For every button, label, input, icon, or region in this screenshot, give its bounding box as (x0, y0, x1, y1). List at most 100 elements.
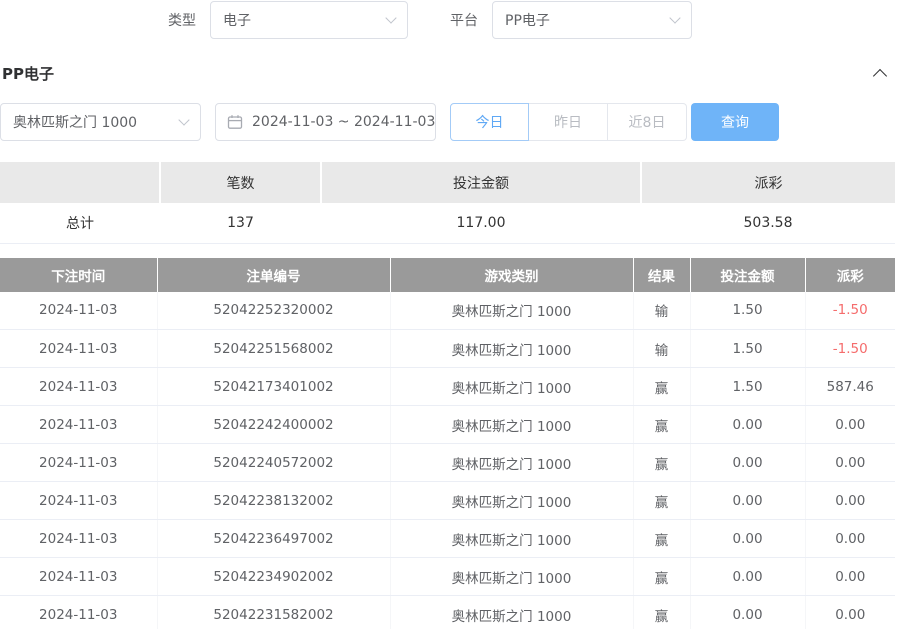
bet-amount-cell: 0.00 (690, 406, 805, 444)
top-filter-bar: 类型 电子 平台 PP电子 (0, 0, 903, 39)
payout-cell: 0.00 (805, 520, 895, 558)
platform-label: 平台 (450, 10, 478, 30)
game-select-value: 奥林匹斯之门 1000 (13, 112, 137, 132)
quick-range-yesterday[interactable]: 昨日 (529, 103, 608, 141)
summary-bet-amount-value: 117.00 (321, 203, 641, 243)
table-row: 2024-11-0352042238132002奥林匹斯之门 1000赢0.00… (0, 482, 895, 520)
bet-amount-cell: 1.50 (690, 368, 805, 406)
table-row: 2024-11-0352042231582002奥林匹斯之门 1000赢0.00… (0, 596, 895, 629)
result-cell: 赢 (633, 558, 690, 596)
table-row: 2024-11-0352042173401002奥林匹斯之门 1000赢1.50… (0, 368, 895, 406)
summary-header-row: 笔数 投注金额 派彩 (0, 162, 895, 203)
bet-id-cell: 52042234902002 (157, 558, 390, 596)
header-game-category: 游戏类别 (390, 258, 633, 292)
result-cell: 赢 (633, 444, 690, 482)
page: 类型 电子 平台 PP电子 PP电子 奥林匹斯之门 1000 2024-1 (0, 0, 903, 629)
summary-header-payout: 派彩 (641, 162, 895, 203)
type-label: 类型 (168, 10, 196, 30)
payout-cell: 0.00 (805, 596, 895, 629)
filter-bar: 奥林匹斯之门 1000 2024-11-03 ~ 2024-11-03 今日 昨… (0, 103, 903, 141)
quick-range-group: 今日 昨日 近8日 (450, 103, 687, 141)
chevron-down-icon (178, 114, 189, 125)
bet-table-header-row: 下注时间 注单编号 游戏类别 结果 投注金额 派彩 (0, 258, 895, 292)
payout-cell: 0.00 (805, 558, 895, 596)
summary-header-count: 笔数 (160, 162, 321, 203)
bet-time-cell: 2024-11-03 (0, 368, 157, 406)
header-payout: 派彩 (805, 258, 895, 292)
bet-id-cell: 52042252320002 (157, 292, 390, 330)
bet-time-cell: 2024-11-03 (0, 444, 157, 482)
bet-amount-cell: 0.00 (690, 444, 805, 482)
bet-id-cell: 52042238132002 (157, 482, 390, 520)
header-bet-time: 下注时间 (0, 258, 157, 292)
game-name-cell: 奥林匹斯之门 1000 (390, 292, 633, 330)
section-title: PP电子 (2, 63, 54, 84)
table-row: 2024-11-0352042240572002奥林匹斯之门 1000赢0.00… (0, 444, 895, 482)
table-row: 2024-11-0352042234902002奥林匹斯之门 1000赢0.00… (0, 558, 895, 596)
bet-time-cell: 2024-11-03 (0, 406, 157, 444)
header-bet-id: 注单编号 (157, 258, 390, 292)
summary-payout-value: 503.58 (641, 203, 895, 243)
result-cell: 输 (633, 292, 690, 330)
chevron-down-icon (669, 12, 680, 23)
bet-time-cell: 2024-11-03 (0, 292, 157, 330)
bet-amount-cell: 0.00 (690, 520, 805, 558)
result-cell: 输 (633, 330, 690, 368)
chevron-down-icon (385, 12, 396, 23)
platform-select[interactable]: PP电子 (492, 1, 692, 39)
bet-amount-cell: 0.00 (690, 482, 805, 520)
bet-table-body: 2024-11-0352042252320002奥林匹斯之门 1000输1.50… (0, 292, 895, 629)
section-header: PP电子 (0, 62, 903, 84)
game-name-cell: 奥林匹斯之门 1000 (390, 520, 633, 558)
payout-cell: 587.46 (805, 368, 895, 406)
result-cell: 赢 (633, 596, 690, 629)
bet-amount-cell: 0.00 (690, 558, 805, 596)
type-select-value: 电子 (223, 10, 251, 30)
result-cell: 赢 (633, 520, 690, 558)
date-range-picker[interactable]: 2024-11-03 ~ 2024-11-03 (215, 103, 436, 141)
payout-cell: -1.50 (805, 292, 895, 330)
game-name-cell: 奥林匹斯之门 1000 (390, 368, 633, 406)
type-select[interactable]: 电子 (210, 1, 408, 39)
game-select[interactable]: 奥林匹斯之门 1000 (0, 103, 201, 141)
date-range-value: 2024-11-03 ~ 2024-11-03 (252, 114, 435, 130)
chevron-up-icon[interactable] (873, 69, 887, 83)
calendar-icon (227, 114, 243, 130)
bet-id-cell: 52042231582002 (157, 596, 390, 629)
platform-select-value: PP电子 (505, 10, 550, 30)
game-name-cell: 奥林匹斯之门 1000 (390, 558, 633, 596)
quick-range-8days[interactable]: 近8日 (608, 103, 687, 141)
bet-id-cell: 52042242400002 (157, 406, 390, 444)
bet-time-cell: 2024-11-03 (0, 520, 157, 558)
payout-cell: -1.50 (805, 330, 895, 368)
summary-total-row: 总计 137 117.00 503.58 (0, 203, 895, 243)
result-cell: 赢 (633, 368, 690, 406)
table-row: 2024-11-0352042242400002奥林匹斯之门 1000赢0.00… (0, 406, 895, 444)
bet-amount-cell: 0.00 (690, 596, 805, 629)
game-name-cell: 奥林匹斯之门 1000 (390, 330, 633, 368)
payout-cell: 0.00 (805, 406, 895, 444)
header-result: 结果 (633, 258, 690, 292)
bet-time-cell: 2024-11-03 (0, 596, 157, 629)
bet-time-cell: 2024-11-03 (0, 482, 157, 520)
quick-range-today[interactable]: 今日 (450, 103, 529, 141)
summary-table: 笔数 投注金额 派彩 总计 137 117.00 503.58 (0, 162, 895, 244)
bet-table: 下注时间 注单编号 游戏类别 结果 投注金额 派彩 2024-11-035204… (0, 258, 895, 629)
summary-row-label: 总计 (0, 203, 160, 243)
bet-id-cell: 52042236497002 (157, 520, 390, 558)
game-name-cell: 奥林匹斯之门 1000 (390, 596, 633, 629)
payout-cell: 0.00 (805, 444, 895, 482)
summary-count-value: 137 (160, 203, 321, 243)
search-button[interactable]: 查询 (691, 103, 779, 141)
table-row: 2024-11-0352042236497002奥林匹斯之门 1000赢0.00… (0, 520, 895, 558)
game-name-cell: 奥林匹斯之门 1000 (390, 406, 633, 444)
table-row: 2024-11-0352042251568002奥林匹斯之门 1000输1.50… (0, 330, 895, 368)
bet-amount-cell: 1.50 (690, 292, 805, 330)
bet-amount-cell: 1.50 (690, 330, 805, 368)
summary-header-bet-amount: 投注金额 (321, 162, 641, 203)
header-bet-amount: 投注金额 (690, 258, 805, 292)
bet-id-cell: 52042173401002 (157, 368, 390, 406)
bet-time-cell: 2024-11-03 (0, 558, 157, 596)
summary-header-empty (0, 162, 160, 203)
bet-time-cell: 2024-11-03 (0, 330, 157, 368)
